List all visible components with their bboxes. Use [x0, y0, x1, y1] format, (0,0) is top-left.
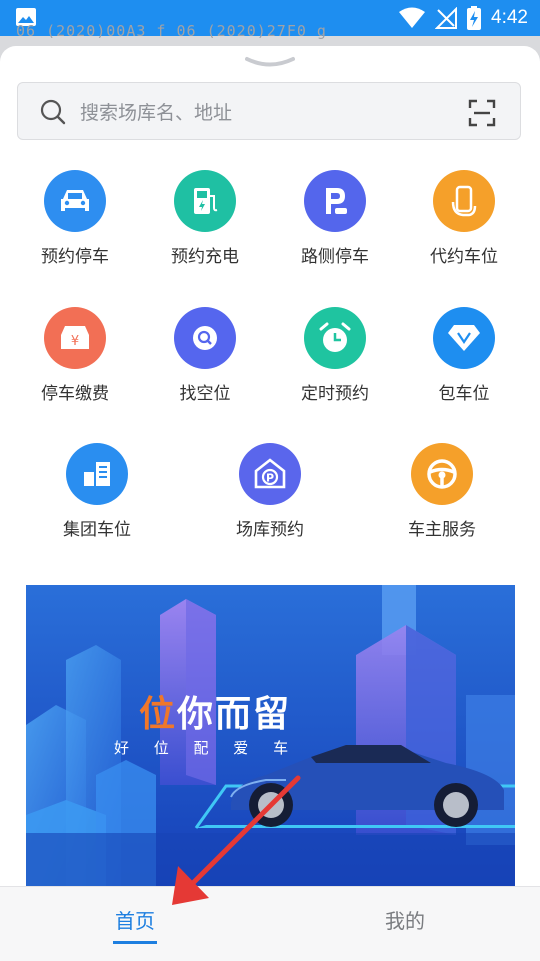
- alarm-clock-icon: [319, 322, 351, 352]
- search-bar[interactable]: 搜索场库名、地址: [17, 82, 521, 140]
- steering-wheel-icon: [427, 459, 457, 489]
- search-spot-icon: [193, 326, 217, 350]
- tab-mine-label: 我的: [385, 909, 425, 933]
- banner-headline: 位你而留: [139, 685, 291, 737]
- service-reserve-parking[interactable]: 预约停车: [15, 170, 135, 267]
- service-label: 场库预约: [236, 520, 304, 540]
- clock-time: 4:42: [491, 7, 528, 28]
- service-icon-circle: [66, 443, 128, 505]
- service-label: 定时预约: [301, 384, 369, 404]
- yen-card-icon: ¥: [61, 326, 89, 349]
- service-roadside-parking[interactable]: 路侧停车: [275, 170, 395, 267]
- search-placeholder: 搜索场库名、地址: [80, 102, 233, 124]
- background-text: 06 (2020)00A3 f 06 (2020)27F0 g: [16, 22, 327, 40]
- promo-banner[interactable]: 位你而留 好 位 配 爱 车: [26, 585, 515, 886]
- wifi-icon: [399, 7, 426, 28]
- service-icon-circle: [433, 170, 495, 232]
- building-icon: [84, 462, 110, 486]
- bottom-navigation: 首页 我的: [0, 886, 540, 961]
- parking-p-icon: [326, 188, 347, 214]
- service-find-spot[interactable]: 找空位: [145, 307, 265, 404]
- tab-active-indicator: [113, 941, 157, 944]
- service-icon-circle: [304, 170, 366, 232]
- service-label: 路侧停车: [301, 247, 369, 267]
- svg-text:¥: ¥: [71, 334, 79, 349]
- service-timed-reservation[interactable]: 定时预约: [275, 307, 395, 404]
- tab-home-label: 首页: [115, 909, 155, 933]
- service-icon-circle: [44, 170, 106, 232]
- service-group-spot[interactable]: 集团车位: [37, 443, 157, 540]
- service-parking-payment[interactable]: ¥ 停车缴费: [15, 307, 135, 404]
- service-label: 找空位: [179, 384, 231, 404]
- service-icon-circle: P: [239, 443, 301, 505]
- service-icon-circle: [411, 443, 473, 505]
- service-label: 停车缴费: [41, 384, 109, 404]
- banner-headline-rest: 你而留: [177, 694, 292, 735]
- service-icon-circle: [433, 307, 495, 369]
- service-label: 预约充电: [171, 247, 239, 267]
- service-reserve-charging[interactable]: 预约充电: [145, 170, 265, 267]
- battery-charging-icon: [467, 6, 482, 30]
- service-owner-service[interactable]: 车主服务: [382, 443, 502, 540]
- service-icon-circle: [174, 307, 236, 369]
- garage-p-icon: P: [254, 458, 286, 489]
- banner-headline-highlight: 位: [139, 694, 178, 735]
- scan-icon[interactable]: [468, 99, 496, 127]
- diamond-icon: [448, 325, 480, 351]
- service-label: 包车位: [438, 384, 490, 404]
- service-garage-reservation[interactable]: P 场库预约: [210, 443, 330, 540]
- service-icon-circle: ¥: [44, 307, 106, 369]
- service-label: 代约车位: [430, 247, 498, 267]
- bottom-sheet: 搜索场库名、地址 预约停车 预约充电 路侧停车 代约车位 ¥ 停车缴费 找空位 …: [0, 46, 540, 886]
- search-icon: [40, 99, 66, 125]
- no-signal-icon: [435, 7, 458, 29]
- service-label: 预约停车: [41, 247, 109, 267]
- phone-hand-icon: [451, 185, 477, 217]
- tab-home[interactable]: 首页: [0, 887, 270, 961]
- service-label: 集团车位: [63, 520, 131, 540]
- service-label: 车主服务: [408, 520, 476, 540]
- service-proxy-spot[interactable]: 代约车位: [404, 170, 524, 267]
- service-icon-circle: [304, 307, 366, 369]
- svg-text:P: P: [266, 472, 274, 485]
- sheet-handle-icon[interactable]: [245, 56, 295, 70]
- car-icon: [61, 190, 89, 211]
- banner-subtitle: 好 位 配 爱 车: [114, 739, 299, 757]
- tab-mine[interactable]: 我的: [270, 887, 540, 961]
- service-icon-circle: [174, 170, 236, 232]
- charging-station-icon: [194, 188, 218, 214]
- service-rent-spot[interactable]: 包车位: [404, 307, 524, 404]
